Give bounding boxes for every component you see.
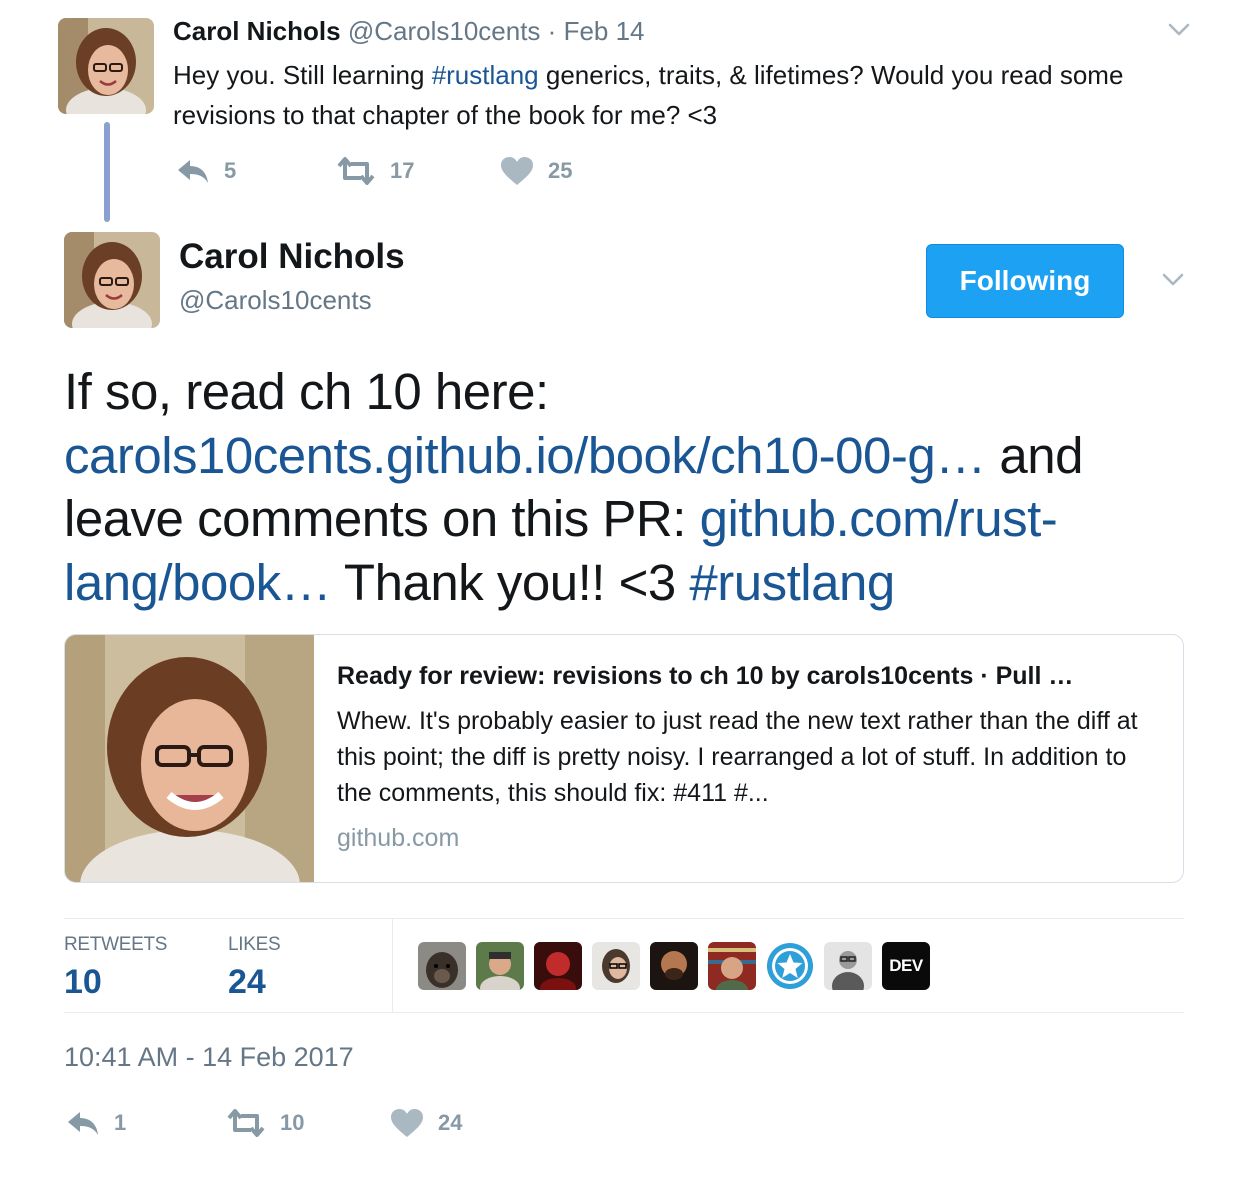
stats-vertical-divider [392,918,393,1012]
author-name[interactable]: Carol Nichols [179,236,405,278]
reply-count: 1 [114,1110,127,1135]
like-count: 24 [438,1110,463,1135]
author-avatar[interactable] [64,232,160,328]
liker-man-bw-avatar[interactable] [824,942,872,990]
chevron-down-icon[interactable] [1160,266,1186,292]
heart-icon [391,1109,423,1137]
book-link[interactable]: carols10cents.github.io/book/ch10-00-g… [64,427,986,484]
parent-hashtag-link[interactable]: #rustlang [432,60,539,90]
retweets-count[interactable]: 10 [64,962,102,1002]
likes-label[interactable]: LIKES [228,934,281,956]
like-button[interactable]: 24 [390,1108,462,1138]
retweets-label[interactable]: RETWEETS [64,934,167,956]
tweet-text: If so, read ch 10 here: carols10cents.gi… [64,363,1084,611]
heart-icon [501,157,533,185]
parent-like-button[interactable]: 25 [500,156,572,186]
parent-tweet-header: Carol Nichols @Carols10cents · Feb 14 [173,16,645,46]
liker-man-outdoors-avatar[interactable] [476,942,524,990]
parent-reply-count: 5 [224,158,237,183]
author-handle[interactable]: @Carols10cents [179,283,372,317]
liker-dev-avatar[interactable]: DEV [882,942,930,990]
parent-tweet-text: Hey you. Still learning #rustlang generi… [173,60,1124,130]
parent-chevron-down-icon[interactable] [1166,16,1192,42]
following-button[interactable]: Following [926,244,1124,318]
hashtag-link[interactable]: #rustlang [689,554,895,611]
parent-author-handle[interactable]: @Carols10cents [348,16,541,46]
thread-connector [104,122,110,222]
parent-like-count: 25 [548,158,573,183]
link-preview-card[interactable]: Ready for review: revisions to ch 10 by … [64,634,1184,883]
card-title: Ready for review: revisions to ch 10 by … [337,662,1074,690]
card-description: Whew. It's probably easier to just read … [337,707,1138,807]
retweet-count: 10 [280,1110,305,1135]
liker-man-bookshelf-avatar[interactable] [708,942,756,990]
likes-count[interactable]: 24 [228,962,266,1002]
liker-avatars: DEV [418,942,940,990]
stats-bottom-divider [64,1012,1184,1013]
retweet-button[interactable]: 10 [226,1108,304,1138]
liker-red-photo-avatar[interactable] [534,942,582,990]
header-separator: · [547,16,557,46]
stats-top-divider [64,918,1184,919]
retweet-icon [227,1109,265,1137]
retweet-icon [337,157,375,185]
card-thumbnail [65,635,314,882]
parent-tweet-date[interactable]: Feb 14 [564,16,645,46]
parent-author-name[interactable]: Carol Nichols [173,16,341,46]
card-domain: github.com [337,824,460,852]
parent-avatar[interactable] [58,18,154,114]
tweet-timestamp[interactable]: 10:41 AM - 14 Feb 2017 [64,1040,354,1074]
parent-retweet-count: 17 [390,158,415,183]
parent-retweet-button[interactable]: 17 [336,156,414,186]
reply-icon [178,160,208,183]
liker-dog-avatar[interactable] [418,942,466,990]
liker-blue-star-avatar[interactable] [766,942,814,990]
reply-button[interactable]: 1 [66,1108,126,1138]
liker-man-dark-avatar[interactable] [650,942,698,990]
reply-icon [68,1112,98,1135]
parent-reply-button[interactable]: 5 [176,156,236,186]
dev-logo-text: DEV [889,956,923,975]
liker-woman-glasses-avatar[interactable] [592,942,640,990]
